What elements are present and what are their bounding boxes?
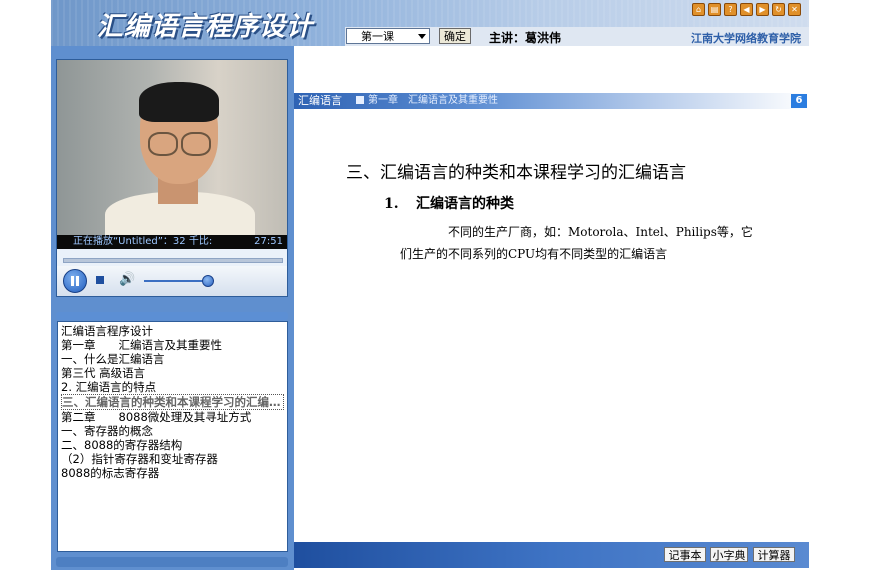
lesson-content: 汇编语言 第一章 汇编语言及其重要性 6 三、汇编语言的种类和本课程学习的汇编语… (294, 46, 809, 570)
video-player: 正在播放“Untitled”：32 千比: 27:51 🔊 (56, 59, 288, 297)
stop-button[interactable] (96, 276, 104, 284)
bottom-toolbar: 记事本 小字典 计算器 (294, 542, 809, 568)
lecturer-label: 主讲：葛洪伟 (489, 31, 562, 45)
player-time: 27:51 (254, 236, 283, 247)
glasses-right (181, 132, 211, 156)
print-icon[interactable]: ▤ (708, 3, 721, 16)
panel-divider (56, 312, 288, 320)
refresh-icon[interactable]: ↻ (772, 3, 785, 16)
calculator-button[interactable]: 计算器 (753, 547, 795, 562)
section-heading: 三、汇编语言的种类和本课程学习的汇编语言 (346, 163, 686, 183)
home-icon[interactable]: ⌂ (692, 3, 705, 16)
breadcrumb-chapter: 第一章 (356, 93, 398, 109)
help-icon[interactable]: ? (724, 3, 737, 16)
prev-icon[interactable]: ◀ (740, 3, 753, 16)
dictionary-button[interactable]: 小字典 (710, 547, 748, 562)
subsection-number: 1. (384, 196, 399, 212)
paragraph-line: 们生产的不同系列的CPU均有不同类型的汇编语言 (400, 247, 668, 261)
glasses-left (148, 132, 178, 156)
subsection-title: 汇编语言的种类 (416, 196, 514, 212)
panel-footer (56, 557, 288, 567)
player-status-text: 正在播放“Untitled”：32 千比: (73, 236, 213, 247)
toc-item[interactable]: 第二章 8088微处理及其寻址方式 (61, 410, 284, 424)
volume-icon[interactable]: 🔊 (119, 272, 135, 288)
volume-slider[interactable] (144, 280, 208, 282)
toc-item[interactable]: 8088的标志寄存器 (61, 466, 284, 480)
confirm-button[interactable]: 确定 (439, 28, 471, 44)
pause-button[interactable] (63, 269, 87, 293)
next-icon[interactable]: ▶ (756, 3, 769, 16)
paragraph-line: 不同的生产厂商，如：Motorola、Intel、Philips等，它 (448, 225, 753, 239)
notepad-button[interactable]: 记事本 (664, 547, 706, 562)
subsection-heading: 1. 汇编语言的种类 (384, 193, 514, 213)
school-name: 江南大学网络教育学院 (691, 32, 801, 45)
breadcrumb: 汇编语言 第一章 汇编语言及其重要性 6 (294, 93, 809, 109)
toc-item-active[interactable]: 三、汇编语言的种类和本课程学习的汇编语言 (61, 394, 284, 410)
toc-item[interactable]: 第一章 汇编语言及其重要性 (61, 338, 284, 352)
breadcrumb-section: 汇编语言及其重要性 (408, 95, 498, 106)
app-title: 汇编语言程序设计 (97, 12, 314, 42)
header-toolbar: ⌂ ▤ ? ◀ ▶ ↻ ✕ (692, 3, 801, 16)
volume-slider-thumb[interactable] (202, 275, 214, 287)
left-panel: 正在播放“Untitled”：32 千比: 27:51 🔊 汇编语言程序设计 第… (51, 46, 294, 570)
toc-item[interactable]: （2）指针寄存器和变址寄存器 (61, 452, 284, 466)
table-of-contents: 汇编语言程序设计 第一章 汇编语言及其重要性 一、什么是汇编语言 第三代 高级语… (57, 321, 288, 552)
toc-item[interactable]: 第三代 高级语言 (61, 366, 284, 380)
video-area[interactable] (57, 60, 287, 235)
lecturer-hair (139, 82, 219, 122)
toc-item[interactable]: 二、8088的寄存器结构 (61, 438, 284, 452)
lesson-select-value: 第一课 (361, 30, 394, 43)
toc-item[interactable]: 一、什么是汇编语言 (61, 352, 284, 366)
player-controls: 🔊 (57, 266, 287, 296)
player-status-bar: 正在播放“Untitled”：32 千比: 27:51 (57, 235, 287, 249)
app-header: 汇编语言程序设计 ⌂ ▤ ? ◀ ▶ ↻ ✕ 第一课 确定 主讲：葛洪伟 江南大… (51, 0, 809, 46)
close-icon[interactable]: ✕ (788, 3, 801, 16)
page-number-badge: 6 (791, 94, 807, 108)
toc-item[interactable]: 2. 汇编语言的特点 (61, 380, 284, 394)
chevron-down-icon[interactable] (418, 34, 426, 39)
toc-item[interactable]: 汇编语言程序设计 (61, 324, 284, 338)
breadcrumb-course: 汇编语言 (298, 94, 342, 107)
seek-bar[interactable] (63, 258, 283, 263)
lesson-select[interactable]: 第一课 (346, 28, 430, 44)
toc-item[interactable]: 一、寄存器的概念 (61, 424, 284, 438)
